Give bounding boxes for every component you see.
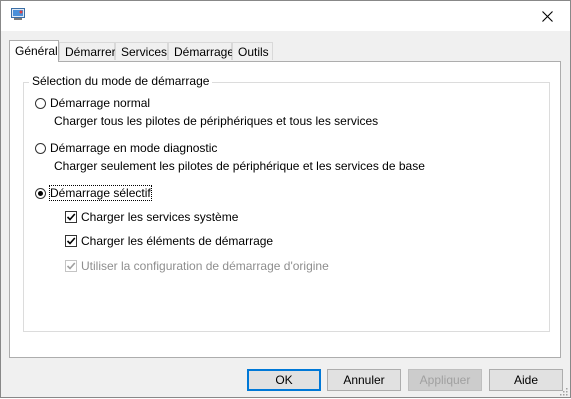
use-original-boot-config-label: Utiliser la configuration de démarrage d… xyxy=(81,259,329,273)
normal-startup-label: Démarrage normal xyxy=(50,96,151,110)
help-button[interactable]: Aide xyxy=(489,369,563,391)
tab-general[interactable]: Général xyxy=(9,40,59,62)
diagnostic-startup-radio[interactable]: Démarrage en mode diagnostic xyxy=(35,141,217,155)
tab-demarrer[interactable]: Démarrer xyxy=(59,42,116,60)
load-startup-items-checkbox[interactable]: Charger les éléments de démarrage xyxy=(65,234,273,248)
radio-indicator[interactable] xyxy=(35,142,46,154)
normal-startup-radio[interactable]: Démarrage normal xyxy=(35,96,150,110)
diagnostic-startup-description: Charger seulement les pilotes de périphé… xyxy=(54,159,425,173)
checkbox-indicator xyxy=(65,260,77,272)
resize-grip-icon xyxy=(560,388,568,396)
tab-strip: Général Démarrer Services Démarrage Outi… xyxy=(9,40,569,62)
checkmark-icon xyxy=(66,213,76,221)
load-system-services-checkbox[interactable]: Charger les services système xyxy=(65,210,238,224)
msconfig-icon xyxy=(11,8,25,21)
checkbox-indicator[interactable] xyxy=(65,211,77,223)
checkmark-icon xyxy=(66,262,76,270)
load-system-services-label: Charger les services système xyxy=(81,210,239,224)
general-tab-panel: Sélection du mode de démarrage Démarrage… xyxy=(9,61,561,358)
title-bar[interactable] xyxy=(1,1,570,31)
selective-startup-radio[interactable]: Démarrage sélectif xyxy=(35,185,152,201)
ok-button[interactable]: OK xyxy=(247,369,321,391)
tab-outils[interactable]: Outils xyxy=(232,42,273,60)
checkmark-icon xyxy=(66,237,76,245)
load-startup-items-label: Charger les éléments de démarrage xyxy=(81,234,274,248)
tab-demarrage[interactable]: Démarrage xyxy=(168,42,234,60)
resize-grip[interactable] xyxy=(558,385,568,396)
apply-button: Appliquer xyxy=(408,369,482,391)
system-configuration-window: Général Démarrer Services Démarrage Outi… xyxy=(0,0,571,398)
normal-startup-description: Charger tous les pilotes de périphérique… xyxy=(54,114,379,128)
checkbox-indicator[interactable] xyxy=(65,235,77,247)
radio-indicator[interactable] xyxy=(35,187,46,199)
close-icon xyxy=(541,10,553,22)
use-original-boot-config-checkbox: Utiliser la configuration de démarrage d… xyxy=(65,259,329,273)
selective-startup-label: Démarrage sélectif xyxy=(49,185,152,201)
radio-indicator[interactable] xyxy=(35,97,46,109)
diagnostic-startup-label: Démarrage en mode diagnostic xyxy=(50,141,218,155)
tab-services[interactable]: Services xyxy=(115,42,168,60)
close-button[interactable] xyxy=(524,1,570,31)
cancel-button[interactable]: Annuler xyxy=(327,369,401,391)
startup-selection-legend: Sélection du mode de démarrage xyxy=(29,74,213,88)
